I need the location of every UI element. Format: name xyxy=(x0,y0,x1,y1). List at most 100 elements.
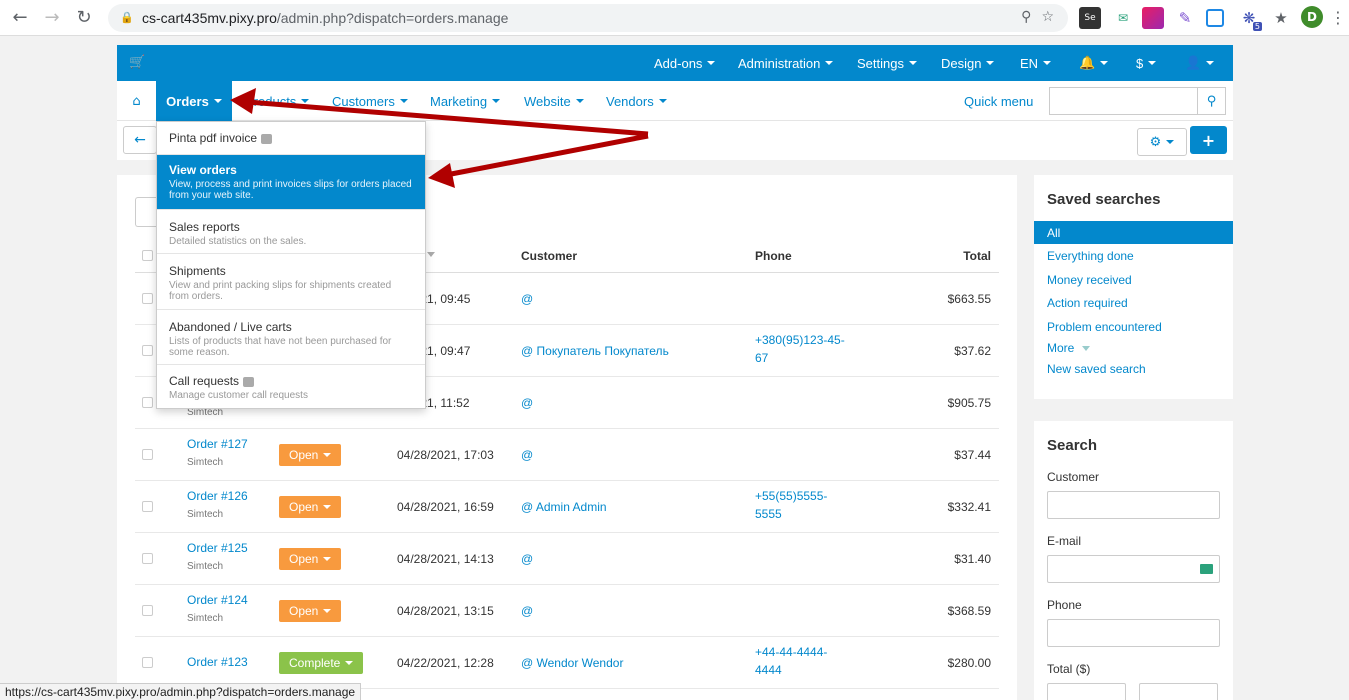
bookmark-star-icon[interactable]: ☆ xyxy=(1041,9,1054,25)
nav-products[interactable]: Products xyxy=(245,81,310,121)
new-saved-search-link[interactable]: New saved search xyxy=(1047,362,1146,376)
topnav-language[interactable]: EN xyxy=(1020,45,1052,81)
table-row[interactable]: Order #126 Simtech Open 04/28/2021, 16:59 @ … xyxy=(135,481,999,533)
row-checkbox[interactable] xyxy=(142,293,153,304)
menu-item-shipments[interactable]: Shipments View and print packing slips f… xyxy=(157,254,425,310)
search-icon[interactable]: ⚲ xyxy=(1197,87,1226,115)
customer-link[interactable]: @ Admin Admin xyxy=(521,500,607,514)
nav-vendors[interactable]: Vendors xyxy=(606,81,667,121)
selenium-extension-icon[interactable]: Se xyxy=(1079,7,1101,29)
order-link[interactable]: Order #126 xyxy=(187,489,248,503)
customer-link[interactable]: @ xyxy=(521,604,533,618)
table-row[interactable]: Order #124 Simtech Open 04/28/2021, 13:15 @ $… xyxy=(135,585,999,637)
home-icon[interactable]: ⌂ xyxy=(117,81,156,121)
forward-arrow-icon[interactable]: → xyxy=(40,6,64,30)
status-dropdown[interactable]: Open xyxy=(279,444,342,466)
menu-item-call-requests[interactable]: Call requests Manage customer call reque… xyxy=(157,365,425,409)
row-checkbox[interactable] xyxy=(142,657,153,668)
menu-item-abandoned-carts[interactable]: Abandoned / Live carts Lists of products… xyxy=(157,310,425,365)
saved-search-problem-encountered[interactable]: Problem encountered xyxy=(1047,320,1162,334)
phone-input[interactable] xyxy=(1047,619,1220,647)
customer-link[interactable]: @ Wendor Wendor xyxy=(521,656,623,670)
plus-icon[interactable]: + xyxy=(1190,126,1227,154)
customer-link[interactable]: @ xyxy=(521,292,533,306)
status-dropdown[interactable]: Open xyxy=(279,600,342,622)
menu-item-pinta-pdf-invoice[interactable]: Pinta pdf invoice xyxy=(157,122,425,155)
saved-search-money-received[interactable]: Money received xyxy=(1047,273,1132,287)
saved-search-more[interactable]: More xyxy=(1047,341,1091,355)
bell-icon[interactable]: 🔔 xyxy=(1079,45,1109,81)
topnav-currency[interactable]: $ xyxy=(1136,45,1157,81)
topnav-addons[interactable]: Add-ons xyxy=(654,45,716,81)
customer-link[interactable]: @ xyxy=(521,448,533,462)
total-to-input[interactable] xyxy=(1139,683,1218,700)
screenshot-extension-icon[interactable] xyxy=(1206,9,1224,27)
gear-extension-icon[interactable]: ❋ 5 xyxy=(1238,7,1262,31)
row-checkbox[interactable] xyxy=(142,345,153,356)
mail-extension-icon[interactable]: ✉ xyxy=(1112,7,1134,29)
quick-menu-link[interactable]: Quick menu xyxy=(964,81,1033,121)
nav-orders[interactable]: Orders xyxy=(156,81,232,121)
phone-link[interactable]: +55(55)5555-5555 xyxy=(755,487,845,523)
phone-link[interactable]: +44-44-4444-4444 xyxy=(755,643,845,679)
table-row[interactable]: Order #125 Simtech Open 04/28/2021, 14:13 @ $… xyxy=(135,533,999,585)
nav-customers[interactable]: Customers xyxy=(332,81,408,121)
browser-menu-icon[interactable]: ⋮ xyxy=(1330,8,1346,27)
order-total: $663.55 xyxy=(947,292,991,306)
color-extension-icon[interactable] xyxy=(1142,7,1164,29)
row-checkbox[interactable] xyxy=(142,397,153,408)
table-row[interactable]: Order #123 Complete 04/22/2021, 12:28 @ Wen… xyxy=(135,637,999,689)
menu-item-sales-reports[interactable]: Sales reports Detailed statistics on the… xyxy=(157,210,425,254)
reload-icon[interactable]: ↻ xyxy=(72,6,96,30)
table-row[interactable]: Order #127 Simtech Open 04/28/2021, 17:03 @ $… xyxy=(135,429,999,481)
arrow-left-icon[interactable]: ← xyxy=(123,126,157,154)
saved-search-all[interactable]: All xyxy=(1034,221,1233,244)
saved-search-everything-done[interactable]: Everything done xyxy=(1047,249,1134,263)
vendor-name: Simtech xyxy=(187,613,224,624)
address-bar[interactable]: 🔒 cs-cart435mv.pixy.pro/admin.php?dispat… xyxy=(108,4,1068,32)
customer-link[interactable]: @ xyxy=(521,396,533,410)
customer-link[interactable]: @ xyxy=(521,552,533,566)
email-input[interactable] xyxy=(1047,555,1220,583)
profile-avatar[interactable]: D xyxy=(1301,6,1323,28)
order-date: 04/28/2021, 14:13 xyxy=(397,552,494,566)
row-checkbox[interactable] xyxy=(142,553,153,564)
label-total: Total ($) xyxy=(1047,662,1091,676)
zoom-icon[interactable]: ⚲ xyxy=(1021,9,1031,25)
customer-input[interactable] xyxy=(1047,491,1220,519)
header-phone[interactable]: Phone xyxy=(755,249,792,263)
menu-item-view-orders[interactable]: View orders View, process and print invo… xyxy=(157,155,425,210)
status-dropdown[interactable]: Complete xyxy=(279,652,364,674)
order-link[interactable]: Order #123 xyxy=(187,655,248,669)
order-link[interactable]: Order #127 xyxy=(187,437,248,451)
saved-search-action-required[interactable]: Action required xyxy=(1047,296,1128,310)
customer-link[interactable]: @ Покупатель Покупатель xyxy=(521,344,669,358)
gear-icon[interactable]: ⚙ xyxy=(1137,128,1187,156)
status-dropdown[interactable]: Open xyxy=(279,496,342,518)
row-checkbox[interactable] xyxy=(142,605,153,616)
puzzle-extensions-icon[interactable]: ★ xyxy=(1270,7,1292,29)
topnav-settings[interactable]: Settings xyxy=(857,45,917,81)
topnav-administration[interactable]: Administration xyxy=(738,45,834,81)
cart-icon[interactable]: 🛒 xyxy=(129,55,145,70)
saved-searches-title: Saved searches xyxy=(1047,191,1161,208)
select-all-checkbox[interactable] xyxy=(142,250,153,261)
row-checkbox[interactable] xyxy=(142,501,153,512)
total-from-input[interactable] xyxy=(1047,683,1126,700)
pen-extension-icon[interactable]: ✎ xyxy=(1174,7,1196,29)
nav-website[interactable]: Website xyxy=(524,81,584,121)
browser-status-url: https://cs-cart435mv.pixy.pro/admin.php?… xyxy=(0,683,362,700)
row-checkbox[interactable] xyxy=(142,449,153,460)
nav-marketing[interactable]: Marketing xyxy=(430,81,501,121)
phone-link[interactable]: +380(95)123-45-67 xyxy=(755,331,845,367)
order-link[interactable]: Order #125 xyxy=(187,541,248,555)
header-customer[interactable]: Customer xyxy=(521,249,577,263)
user-icon[interactable]: 👤 xyxy=(1185,45,1215,81)
topnav-design[interactable]: Design xyxy=(941,45,995,81)
sort-caret-icon[interactable] xyxy=(427,252,435,257)
back-arrow-icon[interactable]: ← xyxy=(8,6,32,30)
header-total[interactable]: Total xyxy=(963,249,991,263)
status-dropdown[interactable]: Open xyxy=(279,548,342,570)
order-link[interactable]: Order #124 xyxy=(187,593,248,607)
admin-search-input[interactable] xyxy=(1049,87,1197,115)
